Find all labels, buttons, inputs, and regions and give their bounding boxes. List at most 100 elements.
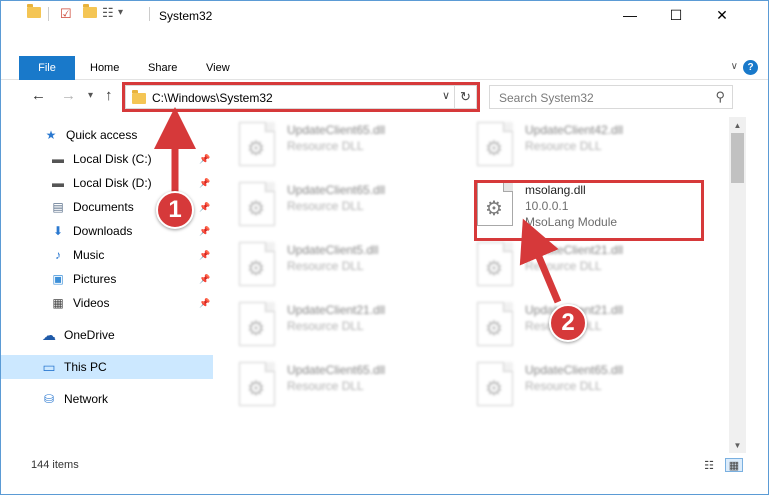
minimize-button[interactable]: — xyxy=(607,1,653,29)
drive-icon: ▬ xyxy=(52,152,64,166)
dll-file-icon: ⚙ xyxy=(477,362,513,406)
scrollbar-thumb[interactable] xyxy=(731,133,744,183)
help-icon[interactable]: ? xyxy=(743,60,758,75)
scroll-up-button[interactable]: ▲ xyxy=(729,117,746,133)
tab-home[interactable]: Home xyxy=(90,56,119,80)
forward-button[interactable]: → xyxy=(61,87,76,104)
sidebar-item-label: Music xyxy=(73,248,105,262)
tab-view[interactable]: View xyxy=(206,56,230,80)
pin-icon[interactable]: 📌 xyxy=(199,154,210,165)
tab-file[interactable]: File xyxy=(19,56,75,80)
file-tile[interactable]: ⚙ UpdateClient65.dll Resource DLL xyxy=(229,357,459,411)
file-name: UpdateClient5.dll xyxy=(287,243,379,257)
file-tile[interactable]: ⚙ UpdateClient21.dll Resource DLL xyxy=(229,297,459,351)
file-description: Resource DLL xyxy=(287,259,364,273)
file-name: UpdateClient65.dll xyxy=(287,363,386,377)
downloads-icon: ⬇ xyxy=(52,224,64,238)
file-description: Resource DLL xyxy=(525,379,602,393)
sidebar-item-label: OneDrive xyxy=(64,328,115,342)
vertical-scrollbar[interactable]: ▲ ▼ xyxy=(729,117,746,453)
window-title: System32 xyxy=(159,9,213,23)
sidebar-item-label: Network xyxy=(64,392,109,406)
star-icon: ★ xyxy=(45,128,57,142)
gear-icon: ⚙ xyxy=(247,198,265,220)
file-tile[interactable]: ⚙ UpdateClient65.dll Resource DLL xyxy=(229,177,459,231)
pin-icon[interactable]: 📌 xyxy=(199,250,210,261)
properties-icon[interactable]: ☑ xyxy=(60,6,72,22)
file-description: Resource DLL xyxy=(287,199,364,213)
chevron-down-icon[interactable]: ∨ xyxy=(731,61,738,72)
pin-icon[interactable]: 📌 xyxy=(199,298,210,309)
search-icon[interactable]: ⚲ xyxy=(715,89,725,105)
pin-icon[interactable]: 📌 xyxy=(199,274,210,285)
back-button[interactable]: ← xyxy=(31,87,46,104)
scroll-down-button[interactable]: ▼ xyxy=(729,437,746,453)
onedrive-icon: ☁ xyxy=(42,326,56,343)
file-description: Resource DLL xyxy=(287,379,364,393)
sidebar-item-label: Local Disk (C:) xyxy=(73,152,152,166)
search-input[interactable]: Search System32 ⚲ xyxy=(489,85,733,109)
file-description: Resource DLL xyxy=(287,139,364,153)
sidebar-item-label: Quick access xyxy=(66,128,138,142)
file-name: UpdateClient21.dll xyxy=(287,303,386,317)
file-tile[interactable]: ⚙ UpdateClient5.dll Resource DLL xyxy=(229,237,459,291)
sidebar-item-label: This PC xyxy=(64,360,107,374)
sidebar-item-this-pc[interactable]: ▭ This PC xyxy=(1,355,213,379)
up-button[interactable]: ↑ xyxy=(105,87,113,104)
divider xyxy=(48,7,49,21)
gear-icon: ⚙ xyxy=(247,378,265,400)
file-name: UpdateClient65.dll xyxy=(287,123,386,137)
folder-icon xyxy=(27,4,41,18)
file-name: UpdateClient65.dll xyxy=(525,363,624,377)
music-icon: ♪ xyxy=(55,248,61,262)
dll-file-icon: ⚙ xyxy=(477,122,513,166)
recent-locations-button[interactable]: ▾ xyxy=(88,90,93,101)
status-bar: 144 items ☷ ▦ xyxy=(1,453,768,477)
sidebar-item-local-disk-c[interactable]: ▬ Local Disk (C:) 📌 xyxy=(1,147,213,171)
pin-icon[interactable]: 📌 xyxy=(199,226,210,237)
qa-dropdown-icon[interactable]: ▾ xyxy=(118,7,123,18)
new-folder-icon[interactable] xyxy=(83,4,97,18)
dll-file-icon: ⚙ xyxy=(239,302,275,346)
videos-icon: ▦ xyxy=(52,296,64,310)
sidebar-item-pictures[interactable]: ▣ Pictures 📌 xyxy=(1,267,213,291)
explorer-window: ☑ ☷ ▾ System32 — ☐ ✕ File Home Share Vie… xyxy=(0,0,769,495)
sidebar-item-label: Videos xyxy=(73,296,110,310)
dll-file-icon: ⚙ xyxy=(239,362,275,406)
file-highlight-box xyxy=(474,180,704,241)
sidebar-item-music[interactable]: ♪ Music 📌 xyxy=(1,243,213,267)
gear-icon: ⚙ xyxy=(485,318,503,340)
network-icon: ⛁ xyxy=(43,392,55,406)
file-description: Resource DLL xyxy=(525,259,602,273)
sidebar-item-onedrive[interactable]: ☁ OneDrive xyxy=(1,323,213,347)
gear-icon: ⚙ xyxy=(485,378,503,400)
gear-icon: ⚙ xyxy=(485,258,503,280)
computer-icon: ▭ xyxy=(42,358,56,375)
step-1-badge: 1 xyxy=(156,191,194,229)
file-tile[interactable]: ⚙ UpdateClient65.dll Resource DLL xyxy=(467,357,697,411)
file-tile[interactable]: ⚙ UpdateClient65.dll Resource DLL xyxy=(229,117,459,171)
details-view-button[interactable]: ☷ xyxy=(700,458,718,472)
tab-share[interactable]: Share xyxy=(148,56,177,80)
dll-file-icon: ⚙ xyxy=(477,242,513,286)
maximize-button[interactable]: ☐ xyxy=(653,1,699,29)
file-tile[interactable]: ⚙ UpdateClient42.dll Resource DLL xyxy=(467,117,697,171)
sidebar-item-quick-access[interactable]: ★ Quick access xyxy=(1,123,213,147)
drive-icon: ▬ xyxy=(52,176,64,190)
sidebar-item-videos[interactable]: ▦ Videos 📌 xyxy=(1,291,213,315)
pin-icon[interactable]: 📌 xyxy=(199,178,210,189)
dll-file-icon: ⚙ xyxy=(477,302,513,346)
gear-icon: ⚙ xyxy=(247,318,265,340)
navigation-pane: ★ Quick access ▬ Local Disk (C:) 📌 ▬ Loc… xyxy=(1,117,213,447)
customize-icon[interactable]: ☷ xyxy=(102,5,114,21)
file-tile[interactable]: ⚙ UpdateClient21.dll Resource DLL xyxy=(467,237,697,291)
dll-file-icon: ⚙ xyxy=(239,122,275,166)
pin-icon[interactable]: 📌 xyxy=(199,202,210,213)
divider xyxy=(149,7,150,21)
tiles-view-button[interactable]: ▦ xyxy=(725,458,743,472)
sidebar-item-network[interactable]: ⛁ Network xyxy=(1,387,213,411)
sidebar-item-label: Local Disk (D:) xyxy=(73,176,152,190)
file-name: UpdateClient65.dll xyxy=(287,183,386,197)
title-bar: ☑ ☷ ▾ System32 — ☐ ✕ xyxy=(1,1,768,29)
close-button[interactable]: ✕ xyxy=(699,1,745,29)
